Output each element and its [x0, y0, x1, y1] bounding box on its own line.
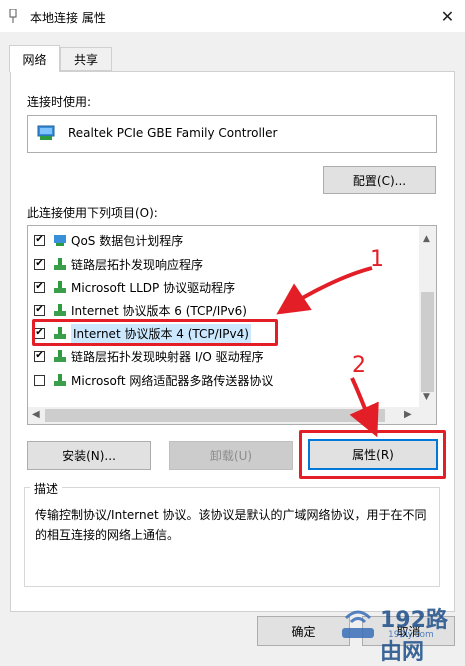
network-protocol-icon [54, 258, 66, 270]
list-item[interactable]: ✔ 链路层拓扑发现映射器 I/O 驱动程序 [34, 345, 264, 367]
install-button[interactable]: 安装(N)... [27, 441, 151, 470]
tab-sharing[interactable]: 共享 [60, 47, 112, 71]
title-bar: 本地连接 属性 ✕ [0, 0, 465, 32]
annotation-number-2: 2 [352, 353, 366, 378]
scroll-up-icon[interactable]: ▲ [423, 234, 430, 244]
vertical-scrollbar[interactable]: ▲ ▼ [419, 226, 436, 408]
description-title: 描述 [30, 480, 63, 497]
tab-sharing-label: 共享 [73, 52, 98, 67]
list-item-label: Internet 协议版本 6 (TCP/IPv6) [71, 303, 247, 318]
watermark-url: 192ly.com [388, 630, 434, 640]
network-protocol-icon [54, 374, 66, 386]
qos-icon [54, 235, 66, 246]
scroll-corner [419, 407, 436, 424]
router-logo-icon [342, 610, 374, 638]
list-item-label: Microsoft 网络适配器多路传送器协议 [71, 373, 274, 388]
ipv4-highlight [32, 319, 278, 346]
checkbox[interactable]: ✔ [34, 350, 45, 362]
list-item[interactable]: ✔ Microsoft LLDP 协议驱动程序 [34, 276, 235, 298]
list-item[interactable]: ✔ Internet 协议版本 6 (TCP/IPv6) [34, 299, 247, 321]
checkbox[interactable]: ✔ [34, 281, 45, 293]
scroll-down-icon[interactable]: ▼ [423, 392, 430, 402]
description-text: 传输控制协议/Internet 协议。该协议是默认的广域网络协议，用于在不同的相… [35, 508, 427, 542]
adapter-box: Realtek PCIe GBE Family Controller [27, 115, 437, 153]
adapter-name: Realtek PCIe GBE Family Controller [68, 126, 278, 140]
connect-using-label: 连接时使用: [27, 95, 92, 109]
network-protocol-icon [54, 350, 66, 362]
scrollbar-thumb[interactable] [421, 292, 434, 392]
horizontal-scrollbar[interactable]: ◀ ▶ [28, 407, 420, 424]
configure-button[interactable]: 配置(C)... [323, 166, 436, 194]
items-label: 此连接使用下列项目(O): [27, 206, 158, 220]
window-title: 本地连接 属性 [30, 11, 106, 25]
list-item[interactable]: ✔ 链路层拓扑发现响应程序 [34, 253, 203, 275]
close-button[interactable]: ✕ [430, 0, 465, 32]
annotation-number-1: 1 [370, 247, 384, 272]
network-protocol-icon [54, 304, 66, 316]
list-item-label: 链路层拓扑发现映射器 I/O 驱动程序 [71, 349, 264, 364]
list-item-label: QoS 数据包计划程序 [71, 233, 184, 248]
checkbox[interactable] [34, 374, 45, 386]
uninstall-button[interactable]: 卸载(U) [169, 441, 293, 470]
list-item[interactable]: ✔ QoS 数据包计划程序 [34, 229, 183, 251]
checkbox[interactable]: ✔ [34, 258, 45, 270]
tab-network-label: 网络 [22, 52, 47, 67]
hscrollbar-thumb[interactable] [45, 409, 385, 422]
network-connection-icon [9, 9, 17, 23]
scroll-left-icon[interactable]: ◀ [32, 409, 40, 420]
list-item[interactable]: Microsoft 网络适配器多路传送器协议 [34, 369, 273, 391]
network-adapter-icon [37, 125, 55, 140]
ok-button[interactable]: 确定 [257, 616, 350, 646]
checkbox[interactable]: ✔ [34, 234, 45, 246]
properties-button[interactable]: 属性(R) [308, 439, 438, 470]
list-item-label: 链路层拓扑发现响应程序 [71, 257, 204, 272]
network-protocol-icon [54, 281, 66, 293]
list-item-label: Microsoft LLDP 协议驱动程序 [71, 280, 236, 295]
checkbox[interactable]: ✔ [34, 304, 45, 316]
tab-network[interactable]: 网络 [9, 45, 60, 72]
watermark: 192路由网 192ly.com [338, 600, 463, 665]
scroll-right-icon[interactable]: ▶ [404, 409, 412, 420]
